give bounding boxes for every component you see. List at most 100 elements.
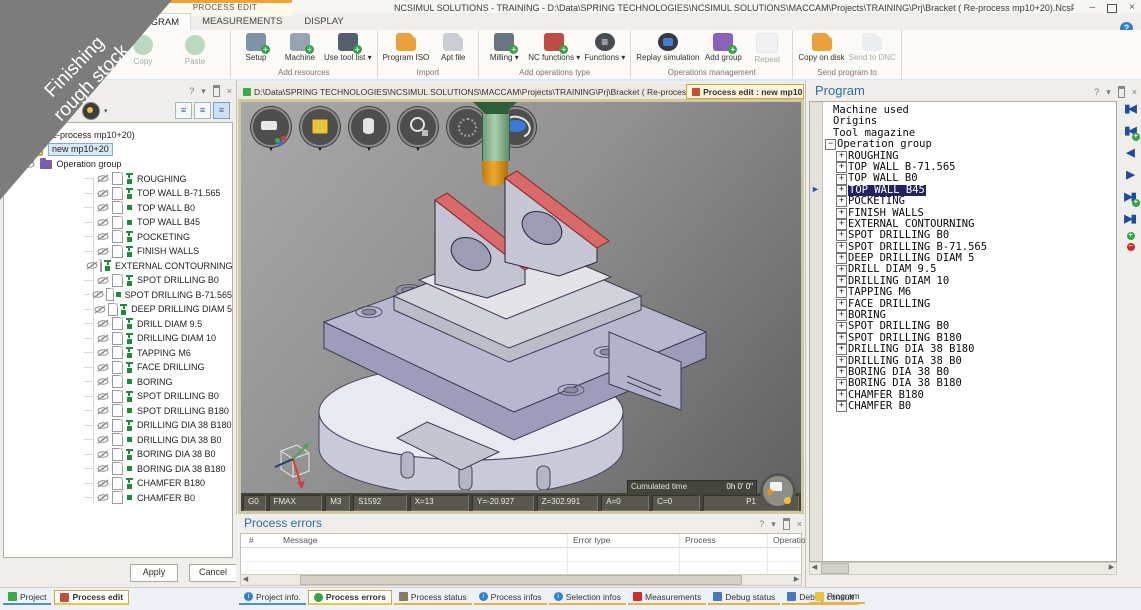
visibility-off-icon[interactable] [86, 261, 98, 270]
tab-measurements[interactable]: MEASUREMENTS [191, 13, 293, 30]
dropdown-caret-icon[interactable]: ▼ [268, 146, 275, 153]
visibility-off-icon[interactable] [96, 203, 110, 212]
skip-end-icon[interactable]: ▶▮ [1124, 214, 1135, 225]
machined-part-3d[interactable] [309, 160, 739, 490]
expand-icon[interactable]: + [836, 196, 847, 207]
expand-icon[interactable]: + [836, 185, 847, 196]
tab-project-info-[interactable]: iProject info. [239, 590, 306, 605]
layout-list-icon[interactable]: ≡ [194, 102, 211, 119]
expand-icon[interactable]: + [836, 287, 847, 298]
visibility-off-icon[interactable] [96, 348, 110, 357]
expand-icon[interactable]: + [836, 230, 847, 241]
tab-process-errors[interactable]: Process errors [308, 590, 392, 605]
visibility-off-icon[interactable] [96, 319, 110, 328]
program-operation-item[interactable]: +POCKETING [825, 196, 1116, 207]
visibility-off-icon[interactable] [96, 232, 110, 241]
tree-operation-item[interactable]: DRILLING DIA 38 B0 [4, 433, 232, 448]
step-back-icon[interactable]: ◀ [1126, 148, 1132, 159]
layout-list-icon[interactable]: ≡ [213, 102, 230, 119]
tree-operation-item[interactable]: EXTERNAL CONTOURNING [4, 259, 232, 274]
skip-start-icon[interactable]: ▮◀ [1124, 104, 1135, 115]
tree-operation-item[interactable]: SPOT DRILLING B0 [4, 389, 232, 404]
panel-menu-icon[interactable]: ▾ [771, 519, 776, 530]
tab-process-status[interactable]: Process status [394, 590, 472, 605]
visibility-off-icon[interactable] [96, 276, 110, 285]
collapse-icon[interactable]: − [825, 139, 836, 150]
program-operation-item[interactable]: +TAPPING M6 [825, 287, 1116, 298]
minimize-button[interactable]: – [1090, 2, 1096, 13]
scroll-left-icon[interactable]: ◀ [241, 575, 250, 585]
dropdown-caret-icon[interactable]: ▼ [317, 146, 324, 153]
tree-operation-item[interactable]: BORING [4, 375, 232, 390]
dropdown-caret-icon[interactable]: ▼ [415, 146, 422, 153]
program-operation-item[interactable]: +CHAMFER B0 [825, 401, 1116, 412]
expand-icon[interactable]: + [836, 265, 847, 276]
tree-operation-item[interactable]: DRILL DIAM 9.5 [4, 317, 232, 332]
document-tab-project[interactable]: D:\Data\SPRING TECHNOLOGIES\NCSIMUL SOLU… [238, 84, 686, 99]
document-tab-process-edit[interactable]: Process edit : new mp10+20 [686, 84, 804, 99]
expand-icon[interactable]: + [836, 174, 847, 185]
tab-program-bottom[interactable]: Program [810, 590, 865, 604]
tree-operation-item[interactable]: SPOT DRILLING B0 [4, 273, 232, 288]
expand-icon[interactable]: + [836, 401, 847, 412]
tree-operation-item[interactable]: FACE DRILLING [4, 360, 232, 375]
visibility-off-icon[interactable] [96, 174, 110, 183]
panel-help-icon[interactable]: ? [759, 519, 764, 529]
skip-start-check-icon[interactable]: ▮◀+ [1124, 126, 1135, 137]
step-forward-icon[interactable]: ▶ [1126, 170, 1132, 181]
machine-view-icon[interactable] [251, 107, 291, 147]
pe-horizontal-scrollbar[interactable]: ◀ ▶ [240, 574, 802, 586]
restore-button[interactable] [1107, 4, 1117, 13]
panel-help-icon[interactable]: ? [189, 86, 194, 96]
scroll-thumb[interactable] [300, 575, 742, 585]
expand-icon[interactable]: + [836, 367, 847, 378]
tree-operation-item[interactable]: POCKETING [4, 230, 232, 245]
layout-list-icon[interactable]: ≡ [175, 102, 192, 119]
expand-icon[interactable]: + [836, 253, 847, 264]
nc-functions-button[interactable]: NC functions ▾ [526, 30, 582, 63]
tree-operation-item[interactable]: BORING DIA 38 B0 [4, 447, 232, 462]
machine-button[interactable]: Machine [278, 30, 322, 63]
visibility-off-icon[interactable] [96, 406, 110, 415]
expand-icon[interactable]: + [836, 151, 847, 162]
panel-close-icon[interactable]: × [1132, 87, 1137, 97]
expand-icon[interactable]: + [836, 242, 847, 253]
panel-help-icon[interactable]: ? [1094, 87, 1099, 97]
tree-operation-item[interactable]: SPOT DRILLING B-71.565 [4, 288, 232, 303]
panel-close-icon[interactable]: × [227, 86, 232, 96]
scroll-right-icon[interactable]: ▶ [792, 575, 801, 585]
functions-button[interactable]: Functions ▾ [582, 30, 627, 63]
close-button[interactable]: × [1129, 2, 1135, 13]
panel-close-icon[interactable]: × [797, 519, 802, 529]
visibility-off-icon[interactable] [96, 363, 110, 372]
tree-operation-item[interactable]: BORING DIA 38 B180 [4, 462, 232, 477]
apply-button[interactable]: Apply [130, 564, 178, 582]
expand-icon[interactable]: + [836, 310, 847, 321]
add-group-button[interactable]: Add group [701, 30, 745, 63]
tree-operation-item[interactable]: TAPPING M6 [4, 346, 232, 361]
panel-menu-icon[interactable]: ▾ [1106, 87, 1111, 98]
target-icon[interactable] [82, 102, 100, 120]
visibility-off-icon[interactable] [94, 305, 106, 314]
tree-operation-item[interactable]: ROUGHING [4, 172, 232, 187]
expand-icon[interactable]: + [836, 333, 847, 344]
apt-file-button[interactable]: Apt file [431, 30, 475, 63]
milling-button[interactable]: Milling ▾ [482, 30, 526, 63]
visibility-off-icon[interactable] [96, 247, 110, 256]
scroll-left-icon[interactable]: ◀ [810, 563, 819, 574]
visibility-off-icon[interactable] [96, 435, 110, 444]
toolbar-dropdown-icon[interactable]: ▾ [104, 107, 108, 115]
machine-state-icon[interactable] [760, 473, 796, 509]
expand-icon[interactable]: + [836, 162, 847, 173]
dropdown-caret-icon[interactable]: ▼ [366, 146, 373, 153]
panel-pin-icon[interactable] [213, 85, 220, 97]
tree-operation-item[interactable]: DRILLING DIA 38 B180 [4, 418, 232, 433]
tree-operation-item[interactable]: TOP WALL B45 [4, 215, 232, 230]
program-operation-item[interactable]: +DRILLING DIA 38 B180 [825, 344, 1116, 355]
tab-process-edit[interactable]: Process edit [54, 590, 129, 605]
cancel-button[interactable]: Cancel [189, 564, 237, 582]
expand-icon[interactable]: + [836, 322, 847, 333]
setup-button[interactable]: Setup [234, 30, 278, 63]
replay-simulation-button[interactable]: Replay simulation [634, 30, 701, 63]
program-group-item[interactable]: −Operation group [825, 139, 1116, 150]
